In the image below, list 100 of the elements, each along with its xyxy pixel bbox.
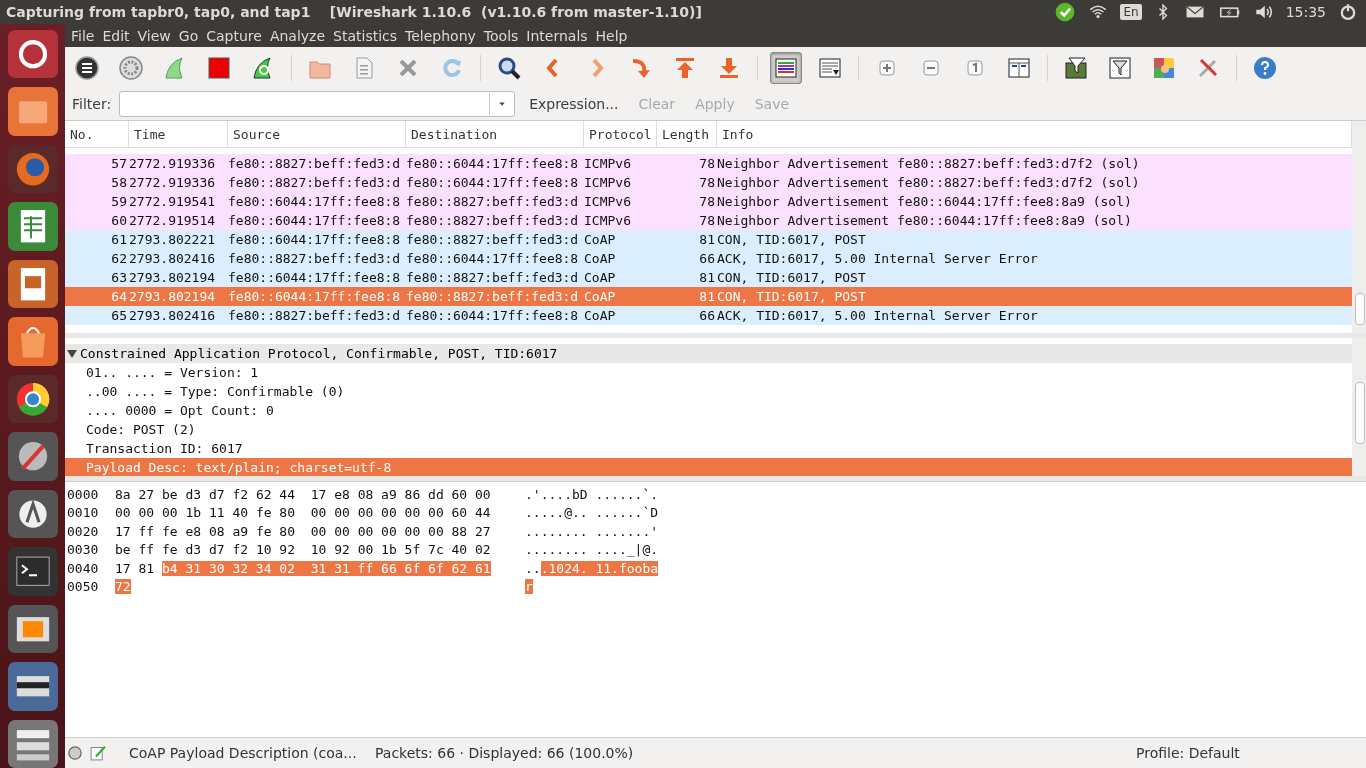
destination-cell-text: fe80::8827:beff:fed3:d	[406, 213, 580, 228]
tree-field[interactable]: 01.. .... = Version: 1	[65, 363, 1352, 382]
packet-row[interactable]: 60 2772.919514 fe80::6044:17ff:fee8:8 fe80::8827:beff:fed3:d ICMPv6 78 Neighbor Advertisement fe80::6044:17ff:fee8:8a9 (sol)	[65, 211, 1352, 230]
spreadsheet-icon[interactable]	[7, 202, 58, 251]
length-cell-text: 78	[698, 194, 716, 209]
column-header[interactable]: Time	[129, 121, 228, 147]
menu-item[interactable]: Tools	[479, 27, 523, 44]
menu-item[interactable]: File	[67, 27, 99, 44]
column-header[interactable]: Protocol	[584, 121, 657, 147]
info-cell: Neighbor Advertisement fe80::8827:beff:fed3:d7f2 (sol)	[717, 175, 1140, 190]
terminal-icon[interactable]	[7, 547, 58, 596]
number-cell-text: 59	[110, 194, 128, 209]
destination-cell-text: fe80::8827:beff:fed3:d	[406, 194, 580, 209]
destination-cell-text: fe80::8827:beff:fed3:d	[406, 289, 580, 304]
source-cell-text: fe80::6044:17ff:fee8:8	[228, 232, 402, 247]
funnel-icon	[1107, 54, 1133, 81]
ascii-text: ..	[525, 560, 541, 576]
scrollbar[interactable]	[1352, 338, 1366, 476]
keyboard-layout-indicator[interactable]: En	[1120, 4, 1142, 20]
menu-item[interactable]: View	[133, 27, 175, 44]
clock[interactable]: 15:35	[1285, 4, 1326, 20]
tree-field[interactable]: Code: POST (2)	[65, 420, 1352, 439]
gear-icon	[118, 54, 144, 81]
number-cell-text: 60	[110, 213, 128, 228]
menu-item[interactable]: Go	[174, 27, 203, 44]
byte-offset: 0020	[67, 523, 100, 539]
scrollbar[interactable]	[1352, 121, 1366, 333]
ascii-text: ........ .......'	[525, 523, 659, 539]
circle-logo-icon[interactable]	[7, 30, 58, 79]
list-icon	[74, 54, 100, 81]
stacked-windows-icon[interactable]	[7, 719, 58, 768]
packet-row[interactable]: 59 2772.919541 fe80::6044:17ff:fee8:8 fe80::8827:beff:fed3:d ICMPv6 78 Neighbor Advertisement fe80::6044:17ff:fee8:8a9 (sol)	[65, 192, 1352, 211]
number-cell-text: 63	[110, 270, 128, 285]
length-cell-text: 78	[698, 213, 716, 228]
edit-comment-icon	[89, 744, 107, 762]
byte-offset: 0000	[67, 486, 100, 502]
packet-row[interactable]: 58 2772.919336 fe80::8827:beff:fed3:d fe80::6044:17ff:fee8:8 ICMPv6 78 Neighbor Advertisement fe80::8827:beff:fed3:d7f2 (sol)	[65, 173, 1352, 192]
length-cell-text: 81	[698, 270, 716, 285]
filter-field[interactable]	[119, 91, 516, 117]
packet-row[interactable]: 57 2772.919336 fe80::8827:beff:fed3:d fe80::6044:17ff:fee8:8 ICMPv6 78 Neighbor Advertisement fe80::8827:beff:fed3:d7f2 (sol)	[65, 154, 1352, 173]
globe-icon[interactable]	[7, 144, 58, 194]
menu-item[interactable]: Statistics	[329, 27, 402, 44]
length-cell-text: 81	[698, 232, 716, 247]
slides-icon[interactable]	[7, 259, 58, 309]
packet-row[interactable]: 63 2793.802194 fe80::6044:17ff:fee8:8 fe80::8827:beff:fed3:d CoAP 81 CON, TID:6017, POST	[65, 268, 1352, 287]
funnel-card-icon	[1063, 54, 1089, 81]
length-cell-text: 78	[698, 156, 716, 171]
browser-icon[interactable]	[7, 374, 58, 424]
highlighted-ascii-text: .1024. 11.fooba	[540, 560, 659, 576]
capture-status-icon	[67, 745, 83, 761]
length-cell-text: 66	[698, 251, 716, 266]
length-cell-text: 66	[698, 308, 716, 323]
packet-row[interactable]: 65 2793.802416 fe80::8827:beff:fed3:d fe80::6044:17ff:fee8:8 CoAP 66 ACK, TID:6017, 5.00 Internal Server Error	[65, 306, 1352, 325]
protocol-cell-text: CoAP	[584, 232, 617, 247]
tree-field[interactable]: Transaction ID: 6017	[65, 439, 1352, 458]
time-cell-text: 2793.802416	[129, 251, 217, 266]
byte-offset: 0010	[67, 505, 100, 521]
column-header[interactable]: No.	[65, 121, 129, 147]
destination-cell-text: fe80::8827:beff:fed3:d	[406, 232, 580, 247]
protocol-cell-text: ICMPv6	[584, 213, 632, 228]
packet-row[interactable]: 62 2793.802416 fe80::8827:beff:fed3:d fe80::6044:17ff:fee8:8 CoAP 66 ACK, TID:6017, 5.00 Internal Server Error	[65, 249, 1352, 268]
number-cell-text: 65	[110, 308, 128, 323]
info-cell: ACK, TID:6017, 5.00 Internal Server Error	[717, 251, 1038, 266]
column-header[interactable]: Source	[228, 121, 406, 147]
hex-bytes: 8a 27 be d3 d7 f2 62 44 17 e8 08 a9 86 dd 60 00	[115, 486, 491, 502]
destination-cell-text: fe80::6044:17ff:fee8:8	[406, 308, 580, 323]
time-cell-text: 2772.919336	[129, 175, 217, 190]
tree-field[interactable]: ..00 .... = Type: Confirmable (0)	[65, 382, 1352, 401]
hex-bytes: 17 ff fe e8 08 a9 fe 80 00 00 00 00 00 00 88 27	[115, 523, 491, 539]
destination-cell-text: fe80::6044:17ff:fee8:8	[406, 175, 580, 190]
column-header[interactable]: Length	[657, 121, 717, 147]
protocol-cell-text: ICMPv6	[584, 156, 632, 171]
menu-item[interactable]: Telephony	[401, 27, 480, 44]
tree-field[interactable]: .... 0000 = Opt Count: 0	[65, 401, 1352, 420]
menu-item[interactable]: Edit	[98, 27, 134, 44]
menu-item[interactable]: Help	[591, 27, 632, 44]
colored-lines-button[interactable]	[770, 51, 802, 84]
menu-item[interactable]: Capture	[202, 27, 266, 44]
number-cell-text: 64	[110, 289, 128, 304]
update-icon[interactable]	[7, 489, 58, 539]
folder-icon[interactable]	[7, 87, 58, 136]
window-title: Capturing from tapbr0, tap0, and tap1 [Wireshark 1.10.6 (v1.10.6 from master-1.10)]	[6, 4, 703, 20]
info-cell: ACK, TID:6017, 5.00 Internal Server Error	[717, 308, 1038, 323]
stop-icon	[206, 54, 232, 81]
column-header[interactable]: Destination	[406, 121, 584, 147]
profile-indicator[interactable]: Profile: Default	[1136, 745, 1366, 761]
filter-action-button[interactable]: Expression...	[523, 96, 625, 112]
packet-row[interactable]: 61 2793.802221 fe80::6044:17ff:fee8:8 fe80::8827:beff:fed3:d CoAP 81 CON, TID:6017, POST	[65, 230, 1352, 249]
source-cell-text: fe80::6044:17ff:fee8:8	[228, 213, 402, 228]
menu-item[interactable]: Internals	[522, 27, 592, 44]
expander-icon[interactable]	[67, 349, 77, 358]
tree-node-label: Constrained Application Protocol, Confirmable, POST, TID:6017	[80, 346, 558, 361]
menu-item[interactable]: Analyze	[265, 27, 330, 44]
byte-offset: 0050	[67, 579, 100, 595]
number-cell-text: 58	[110, 175, 128, 190]
bag-icon[interactable]	[7, 317, 58, 366]
protocol-cell-text: CoAP	[584, 289, 617, 304]
help-icon	[1252, 54, 1278, 81]
tree-node[interactable]: Constrained Application Protocol, Confirmable, POST, TID:6017	[65, 344, 1352, 363]
destination-cell-text: fe80::6044:17ff:fee8:8	[406, 251, 580, 266]
